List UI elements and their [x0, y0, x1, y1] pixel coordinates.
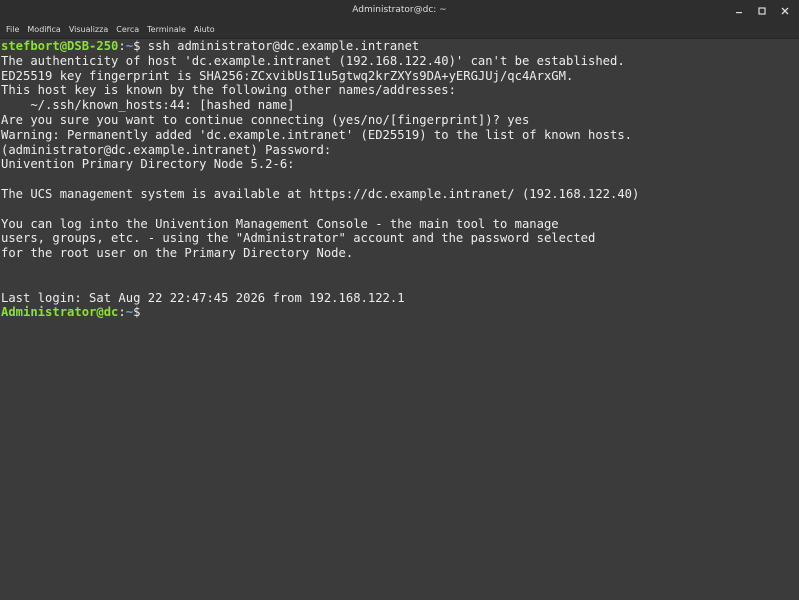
close-icon[interactable] [777, 3, 793, 19]
prompt-line: Administrator@dc:~$ [1, 305, 799, 320]
output-line: You can log into the Univention Manageme… [1, 216, 559, 231]
prompt-user: Administrator@dc [1, 305, 119, 320]
window-controls [731, 0, 793, 21]
prompt-line: stefbort@DSB-250:~$ ssh administrator@dc… [1, 39, 799, 54]
output-line: Last login: Sat Aug 22 22:47:45 2026 fro… [1, 290, 405, 305]
menu-visualizza[interactable]: Visualizza [65, 21, 112, 39]
prompt-separator: : [118, 39, 126, 53]
output-line: ~/.ssh/known_hosts:44: [hashed name] [1, 98, 295, 113]
menubar: File Modifica Visualizza Cerca Terminale… [0, 21, 799, 39]
output-line: (administrator@dc.example.intranet) Pass… [1, 142, 332, 157]
terminal-output[interactable]: stefbort@DSB-250:~$ ssh administrator@dc… [0, 39, 799, 600]
minimize-icon[interactable] [731, 3, 747, 19]
output-line: Univention Primary Directory Node 5.2-6: [1, 157, 295, 172]
prompt-user: stefbort@DSB-250 [1, 39, 119, 53]
output-line: Warning: Permanently added 'dc.example.i… [1, 127, 633, 142]
output-line: The UCS management system is available a… [1, 186, 640, 201]
output-line: users, groups, etc. - using the "Adminis… [1, 231, 596, 246]
menu-file[interactable]: File [2, 21, 23, 39]
output-line: for the root user on the Primary Directo… [1, 246, 354, 261]
output-line: This host key is known by the following … [1, 83, 456, 98]
menu-cerca[interactable]: Cerca [112, 21, 143, 39]
menu-terminale[interactable]: Terminale [143, 21, 190, 39]
prompt-path: ~ [125, 305, 134, 320]
output-line: ED25519 key fingerprint is SHA256:ZCxvib… [1, 68, 574, 83]
prompt-symbol: $ [133, 305, 141, 320]
menu-modifica[interactable]: Modifica [23, 21, 64, 39]
text-cursor [140, 305, 147, 318]
window-titlebar[interactable]: Administrator@dc: ~ [0, 0, 799, 21]
prompt-command: ssh administrator@dc.example.intranet [140, 39, 420, 53]
output-line: The authenticity of host 'dc.example.int… [1, 53, 625, 68]
prompt-separator: : [118, 305, 126, 320]
maximize-icon[interactable] [754, 3, 770, 19]
window-title: Administrator@dc: ~ [352, 5, 447, 15]
output-line: Are you sure you want to continue connec… [1, 112, 530, 127]
prompt-path: ~ [125, 39, 134, 53]
menu-aiuto[interactable]: Aiuto [190, 21, 219, 39]
